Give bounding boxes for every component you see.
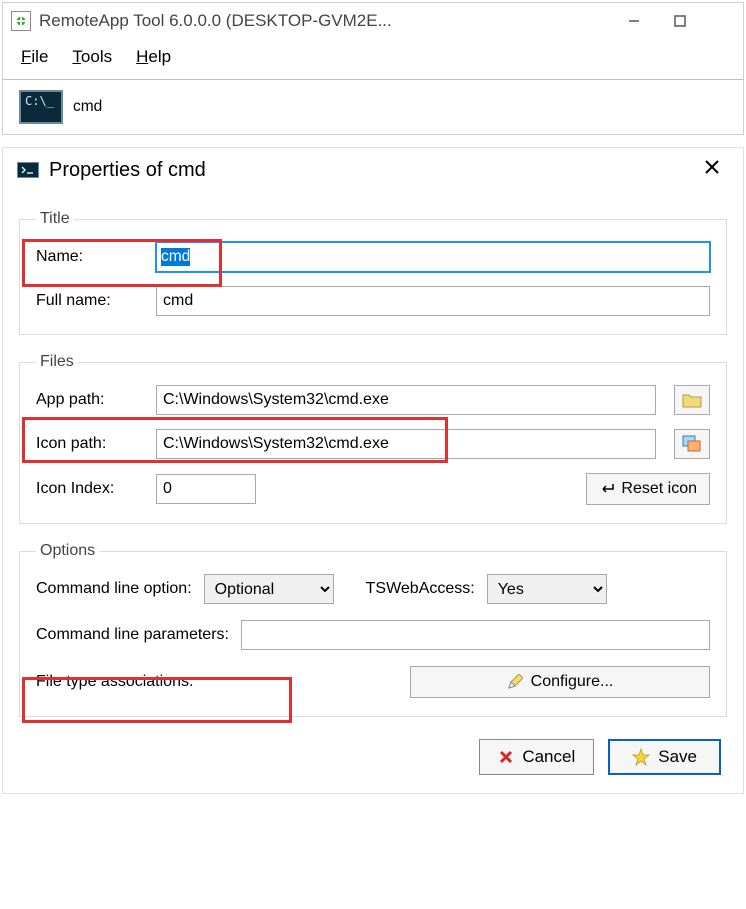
dialog-close-button[interactable] xyxy=(695,156,729,184)
apppath-label: App path: xyxy=(36,391,146,409)
options-legend: Options xyxy=(36,542,99,560)
apppath-input[interactable] xyxy=(156,385,656,415)
folder-icon xyxy=(682,392,702,408)
browse-iconpath-button[interactable] xyxy=(674,429,710,459)
menu-file[interactable]: File xyxy=(21,47,48,67)
iconindex-label: Icon Index: xyxy=(36,480,146,498)
properties-dialog: Properties of cmd Title Name: cmd Full n… xyxy=(2,147,744,794)
pencil-icon xyxy=(507,674,523,690)
cancel-button[interactable]: Cancel xyxy=(479,739,594,775)
titlebar: RemoteApp Tool 6.0.0.0 (DESKTOP-GVM2E... xyxy=(3,3,743,39)
star-icon xyxy=(632,748,650,766)
cmdline-params-input[interactable] xyxy=(241,620,710,650)
iconpath-input[interactable] xyxy=(156,429,656,459)
x-icon xyxy=(498,749,514,765)
app-icon xyxy=(11,11,31,31)
app-list-item-label[interactable]: cmd xyxy=(73,98,102,116)
tsweb-label: TSWebAccess: xyxy=(366,580,475,598)
minimize-button[interactable] xyxy=(625,12,643,30)
options-group: Options Command line option: Optional TS… xyxy=(19,542,727,717)
maximize-button[interactable] xyxy=(671,12,689,30)
dialog-titlebar: Properties of cmd xyxy=(3,148,743,192)
iconindex-input[interactable] xyxy=(156,474,256,504)
tsweb-select[interactable]: Yes xyxy=(487,574,607,604)
app-list: C:\_ cmd xyxy=(3,79,743,134)
iconpath-label: Icon path: xyxy=(36,435,146,453)
main-window: RemoteApp Tool 6.0.0.0 (DESKTOP-GVM2E...… xyxy=(2,2,744,135)
reset-icon-button[interactable]: Reset icon xyxy=(586,473,710,505)
window-controls xyxy=(625,12,735,30)
icons-icon xyxy=(682,435,702,453)
title-legend: Title xyxy=(36,210,74,228)
files-group: Files App path: Icon path: Icon Index: xyxy=(19,353,727,524)
name-input-selected[interactable]: cmd xyxy=(161,248,190,266)
dialog-buttons: Cancel Save xyxy=(3,725,743,775)
menubar: File Tools Help xyxy=(3,39,743,79)
return-icon xyxy=(599,482,615,496)
cmd-terminal-icon: C:\_ xyxy=(19,90,63,124)
configure-button[interactable]: Configure... xyxy=(410,666,710,698)
cmd-small-icon xyxy=(17,162,39,178)
menu-tools[interactable]: Tools xyxy=(72,47,112,67)
window-title: RemoteApp Tool 6.0.0.0 (DESKTOP-GVM2E... xyxy=(39,11,625,31)
fileassoc-label: File type associations: xyxy=(36,673,193,691)
cmdline-params-label: Command line parameters: xyxy=(36,626,229,644)
fullname-label: Full name: xyxy=(36,292,146,310)
browse-apppath-button[interactable] xyxy=(674,385,710,415)
name-label: Name: xyxy=(36,248,146,266)
save-button[interactable]: Save xyxy=(608,739,721,775)
dialog-title: Properties of cmd xyxy=(49,159,695,182)
menu-help[interactable]: Help xyxy=(136,47,171,67)
cmdline-option-label: Command line option: xyxy=(36,580,192,598)
title-group: Title Name: cmd Full name: xyxy=(19,210,727,335)
files-legend: Files xyxy=(36,353,78,371)
fullname-input[interactable] xyxy=(156,286,710,316)
cmdline-option-select[interactable]: Optional xyxy=(204,574,334,604)
